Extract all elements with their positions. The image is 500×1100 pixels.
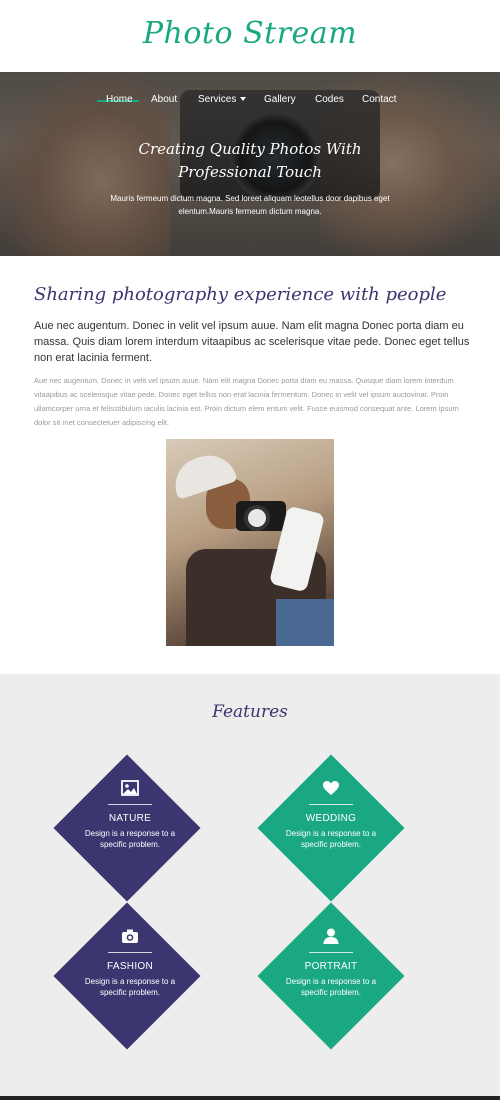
nav-item-home[interactable]: Home bbox=[106, 94, 133, 105]
about-lead-text: Aue nec augentum. Donec in velit vel ips… bbox=[34, 320, 470, 364]
feature-divider bbox=[108, 804, 152, 805]
footer-edge bbox=[0, 1096, 500, 1100]
feature-name: WEDDING bbox=[305, 813, 357, 824]
camera-icon bbox=[122, 929, 138, 943]
hero-text: Mauris fermeum dictum magna. Sed loreet … bbox=[110, 194, 390, 216]
nav-item-contact[interactable]: Contact bbox=[362, 94, 396, 105]
feature-description: Design is a response to a specific probl… bbox=[84, 829, 176, 849]
about-body-text: Aue nec augentum. Donec in velit vel ips… bbox=[34, 376, 459, 427]
feature-description: Design is a response to a specific probl… bbox=[285, 829, 377, 849]
feature-divider bbox=[309, 952, 353, 953]
feature-content-portrait: PORTRAIT Design is a response to a speci… bbox=[276, 926, 386, 998]
user-icon bbox=[323, 928, 339, 944]
hero-title-line-2: Professional Touch bbox=[178, 163, 322, 181]
hero-banner: Home About Services Gallery Codes Contac… bbox=[0, 72, 500, 256]
hero-title-line-1: Creating Quality Photos With bbox=[138, 140, 362, 158]
feature-description: Design is a response to a specific probl… bbox=[84, 977, 176, 997]
feature-name: FASHION bbox=[107, 961, 153, 972]
image-icon bbox=[121, 780, 139, 796]
feature-divider bbox=[108, 952, 152, 953]
site-logo[interactable]: Photo Stream bbox=[0, 16, 500, 51]
chevron-down-icon bbox=[240, 97, 247, 102]
features-section: Features NATURE Design is a response to … bbox=[0, 674, 500, 1100]
feature-content-fashion: FASHION Design is a response to a specif… bbox=[75, 926, 185, 998]
nav-item-services-label: Services bbox=[198, 94, 237, 105]
photo-lens-shape bbox=[244, 505, 270, 531]
features-title: Features bbox=[212, 702, 288, 722]
main-nav: Home About Services Gallery Codes Contac… bbox=[0, 92, 500, 112]
feature-content-wedding: WEDDING Design is a response to a specif… bbox=[276, 778, 386, 850]
nav-item-about[interactable]: About bbox=[151, 94, 177, 105]
feature-name: NATURE bbox=[108, 813, 152, 824]
feature-description: Design is a response to a specific probl… bbox=[285, 977, 377, 997]
nav-item-codes[interactable]: Codes bbox=[315, 94, 344, 105]
about-title: Sharing photography experience with peop… bbox=[34, 284, 447, 305]
hero-title: Creating Quality Photos With Professiona… bbox=[100, 138, 400, 184]
feature-divider bbox=[309, 804, 353, 805]
nav-item-services[interactable]: Services bbox=[198, 94, 247, 105]
photo-jeans-shape bbox=[276, 599, 334, 646]
header: Photo Stream bbox=[0, 0, 500, 72]
about-section: Sharing photography experience with peop… bbox=[0, 256, 500, 674]
photographer-image bbox=[166, 439, 334, 646]
feature-name: PORTRAIT bbox=[304, 961, 358, 972]
heart-icon bbox=[323, 781, 339, 795]
nav-item-gallery[interactable]: Gallery bbox=[264, 94, 296, 105]
feature-content-nature: NATURE Design is a response to a specifi… bbox=[75, 778, 185, 850]
